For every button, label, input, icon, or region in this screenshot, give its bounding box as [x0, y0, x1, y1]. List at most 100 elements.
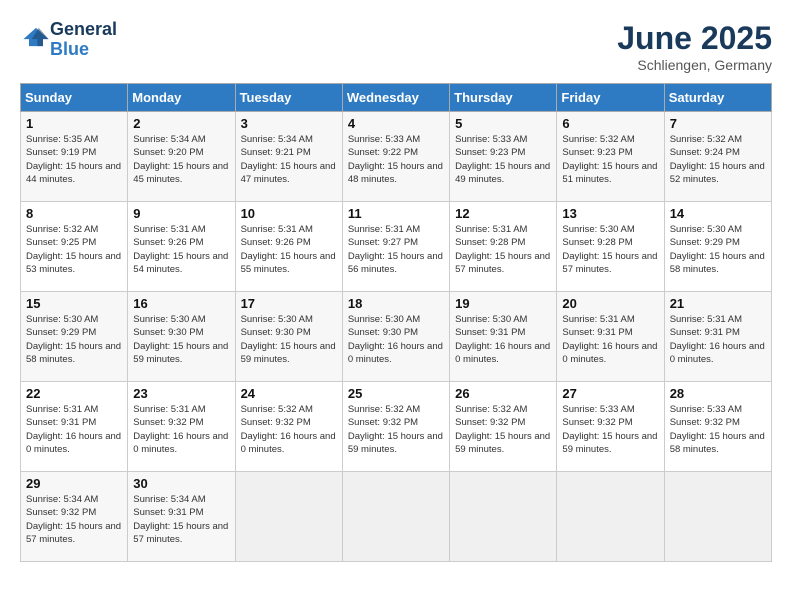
calendar-week-3: 15Sunrise: 5:30 AMSunset: 9:29 PMDayligh…: [21, 292, 772, 382]
calendar-cell: [450, 472, 557, 562]
cell-info: Sunrise: 5:31 AMSunset: 9:31 PMDaylight:…: [562, 313, 658, 366]
day-number: 25: [348, 386, 444, 401]
cell-info: Sunrise: 5:34 AMSunset: 9:32 PMDaylight:…: [26, 493, 122, 546]
cell-info: Sunrise: 5:31 AMSunset: 9:28 PMDaylight:…: [455, 223, 551, 276]
cell-info: Sunrise: 5:32 AMSunset: 9:23 PMDaylight:…: [562, 133, 658, 186]
calendar-table: SundayMondayTuesdayWednesdayThursdayFrid…: [20, 83, 772, 562]
calendar-cell: 8Sunrise: 5:32 AMSunset: 9:25 PMDaylight…: [21, 202, 128, 292]
day-number: 13: [562, 206, 658, 221]
day-number: 14: [670, 206, 766, 221]
day-number: 10: [241, 206, 337, 221]
calendar-cell: [342, 472, 449, 562]
cell-info: Sunrise: 5:34 AMSunset: 9:31 PMDaylight:…: [133, 493, 229, 546]
calendar-week-1: 1 Sunrise: 5:35 AMSunset: 9:19 PMDaylight…: [21, 112, 772, 202]
calendar-cell: 23 Sunrise: 5:31 AMSunset: 9:32 PMDayligh…: [128, 382, 235, 472]
month-title: June 2025: [617, 20, 772, 57]
cell-info: Sunrise: 5:30 AMSunset: 9:30 PMDaylight:…: [241, 313, 337, 366]
page-header: General Blue June 2025 Schliengen, Germa…: [20, 20, 772, 73]
calendar-cell: 12 Sunrise: 5:31 AMSunset: 9:28 PMDayligh…: [450, 202, 557, 292]
weekday-header-saturday: Saturday: [664, 84, 771, 112]
calendar-cell: 28 Sunrise: 5:33 AMSunset: 9:32 PMDayligh…: [664, 382, 771, 472]
cell-info: Sunrise: 5:34 AMSunset: 9:21 PMDaylight:…: [241, 133, 337, 186]
day-number: 28: [670, 386, 766, 401]
day-number: 26: [455, 386, 551, 401]
cell-info: Sunrise: 5:30 AMSunset: 9:28 PMDaylight:…: [562, 223, 658, 276]
day-number: 24: [241, 386, 337, 401]
calendar-cell: [664, 472, 771, 562]
title-block: June 2025 Schliengen, Germany: [617, 20, 772, 73]
day-number: 2: [133, 116, 229, 131]
calendar-cell: 30 Sunrise: 5:34 AMSunset: 9:31 PMDayligh…: [128, 472, 235, 562]
day-number: 21: [670, 296, 766, 311]
calendar-cell: 11 Sunrise: 5:31 AMSunset: 9:27 PMDayligh…: [342, 202, 449, 292]
day-number: 29: [26, 476, 122, 491]
day-number: 22: [26, 386, 122, 401]
calendar-week-2: 8Sunrise: 5:32 AMSunset: 9:25 PMDaylight…: [21, 202, 772, 292]
calendar-week-5: 29 Sunrise: 5:34 AMSunset: 9:32 PMDayligh…: [21, 472, 772, 562]
cell-info: Sunrise: 5:32 AMSunset: 9:32 PMDaylight:…: [455, 403, 551, 456]
cell-info: Sunrise: 5:32 AMSunset: 9:32 PMDaylight:…: [348, 403, 444, 456]
calendar-cell: 22 Sunrise: 5:31 AMSunset: 9:31 PMDayligh…: [21, 382, 128, 472]
calendar-cell: 13 Sunrise: 5:30 AMSunset: 9:28 PMDayligh…: [557, 202, 664, 292]
calendar-cell: 29 Sunrise: 5:34 AMSunset: 9:32 PMDayligh…: [21, 472, 128, 562]
day-number: 1: [26, 116, 122, 131]
day-number: 11: [348, 206, 444, 221]
calendar-cell: 10 Sunrise: 5:31 AMSunset: 9:26 PMDayligh…: [235, 202, 342, 292]
day-number: 30: [133, 476, 229, 491]
cell-info: Sunrise: 5:31 AMSunset: 9:31 PMDaylight:…: [26, 403, 122, 456]
calendar-cell: 4 Sunrise: 5:33 AMSunset: 9:22 PMDaylight…: [342, 112, 449, 202]
day-number: 9: [133, 206, 229, 221]
cell-info: Sunrise: 5:34 AMSunset: 9:20 PMDaylight:…: [133, 133, 229, 186]
calendar-cell: 18Sunrise: 5:30 AMSunset: 9:30 PMDayligh…: [342, 292, 449, 382]
day-number: 3: [241, 116, 337, 131]
cell-info: Sunrise: 5:30 AMSunset: 9:29 PMDaylight:…: [670, 223, 766, 276]
day-number: 27: [562, 386, 658, 401]
calendar-week-4: 22 Sunrise: 5:31 AMSunset: 9:31 PMDayligh…: [21, 382, 772, 472]
day-number: 23: [133, 386, 229, 401]
logo: General Blue: [20, 20, 117, 60]
calendar-cell: [557, 472, 664, 562]
day-number: 6: [562, 116, 658, 131]
cell-info: Sunrise: 5:33 AMSunset: 9:32 PMDaylight:…: [562, 403, 658, 456]
day-number: 12: [455, 206, 551, 221]
calendar-cell: 17 Sunrise: 5:30 AMSunset: 9:30 PMDayligh…: [235, 292, 342, 382]
day-number: 19: [455, 296, 551, 311]
day-number: 8: [26, 206, 122, 221]
logo-blue: Blue: [50, 40, 117, 60]
calendar-cell: 26 Sunrise: 5:32 AMSunset: 9:32 PMDayligh…: [450, 382, 557, 472]
cell-info: Sunrise: 5:31 AMSunset: 9:27 PMDaylight:…: [348, 223, 444, 276]
calendar-cell: 19 Sunrise: 5:30 AMSunset: 9:31 PMDayligh…: [450, 292, 557, 382]
calendar-cell: 5Sunrise: 5:33 AMSunset: 9:23 PMDaylight…: [450, 112, 557, 202]
weekday-header-monday: Monday: [128, 84, 235, 112]
weekday-header-friday: Friday: [557, 84, 664, 112]
day-number: 16: [133, 296, 229, 311]
calendar-cell: 1 Sunrise: 5:35 AMSunset: 9:19 PMDaylight…: [21, 112, 128, 202]
calendar-cell: 14 Sunrise: 5:30 AMSunset: 9:29 PMDayligh…: [664, 202, 771, 292]
cell-info: Sunrise: 5:33 AMSunset: 9:22 PMDaylight:…: [348, 133, 444, 186]
day-number: 4: [348, 116, 444, 131]
cell-info: Sunrise: 5:35 AMSunset: 9:19 PMDaylight:…: [26, 133, 122, 186]
cell-info: Sunrise: 5:31 AMSunset: 9:26 PMDaylight:…: [241, 223, 337, 276]
cell-info: Sunrise: 5:31 AMSunset: 9:32 PMDaylight:…: [133, 403, 229, 456]
cell-info: Sunrise: 5:32 AMSunset: 9:32 PMDaylight:…: [241, 403, 337, 456]
calendar-cell: 27 Sunrise: 5:33 AMSunset: 9:32 PMDayligh…: [557, 382, 664, 472]
calendar-cell: 15Sunrise: 5:30 AMSunset: 9:29 PMDayligh…: [21, 292, 128, 382]
calendar-cell: 20Sunrise: 5:31 AMSunset: 9:31 PMDayligh…: [557, 292, 664, 382]
calendar-cell: 16Sunrise: 5:30 AMSunset: 9:30 PMDayligh…: [128, 292, 235, 382]
cell-info: Sunrise: 5:32 AMSunset: 9:24 PMDaylight:…: [670, 133, 766, 186]
day-number: 5: [455, 116, 551, 131]
calendar-cell: 9 Sunrise: 5:31 AMSunset: 9:26 PMDaylight…: [128, 202, 235, 292]
cell-info: Sunrise: 5:31 AMSunset: 9:26 PMDaylight:…: [133, 223, 229, 276]
calendar-cell: 24 Sunrise: 5:32 AMSunset: 9:32 PMDayligh…: [235, 382, 342, 472]
calendar-cell: 21 Sunrise: 5:31 AMSunset: 9:31 PMDayligh…: [664, 292, 771, 382]
cell-info: Sunrise: 5:30 AMSunset: 9:31 PMDaylight:…: [455, 313, 551, 366]
calendar-cell: 25 Sunrise: 5:32 AMSunset: 9:32 PMDayligh…: [342, 382, 449, 472]
calendar-cell: 6 Sunrise: 5:32 AMSunset: 9:23 PMDaylight…: [557, 112, 664, 202]
cell-info: Sunrise: 5:31 AMSunset: 9:31 PMDaylight:…: [670, 313, 766, 366]
cell-info: Sunrise: 5:33 AMSunset: 9:32 PMDaylight:…: [670, 403, 766, 456]
weekday-header-thursday: Thursday: [450, 84, 557, 112]
logo-icon: [22, 23, 50, 51]
day-number: 15: [26, 296, 122, 311]
day-number: 17: [241, 296, 337, 311]
calendar-cell: 3 Sunrise: 5:34 AMSunset: 9:21 PMDaylight…: [235, 112, 342, 202]
